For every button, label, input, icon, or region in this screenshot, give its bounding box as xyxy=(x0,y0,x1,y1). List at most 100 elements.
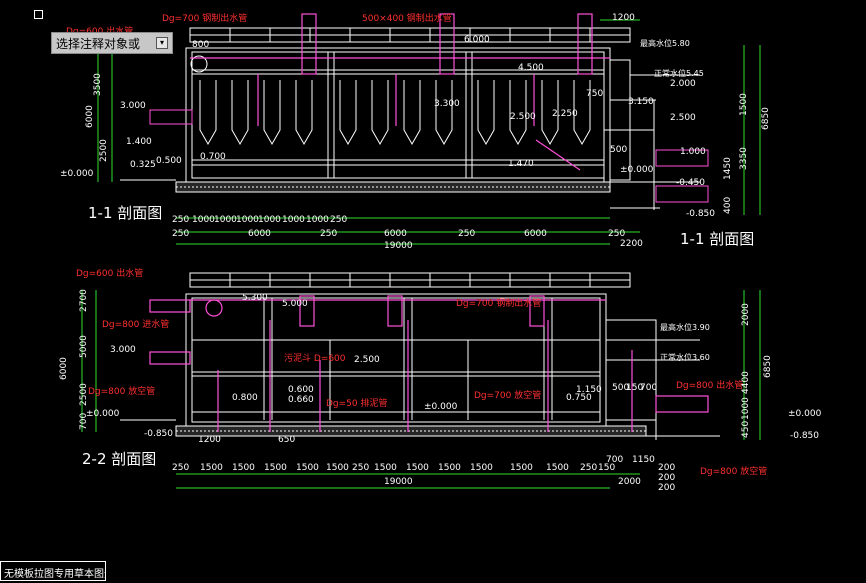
dim-1200: 1200 xyxy=(612,13,635,23)
dim22-12: 1500 xyxy=(546,463,569,473)
section-1-1-title-right: 1-1 剖面图 xyxy=(680,230,754,248)
dim-r1-0: 250 xyxy=(172,215,189,225)
dim-total-11: 19000 xyxy=(384,241,413,251)
dim-total-22: 19000 xyxy=(384,477,413,487)
dim-1000-22: 1000 xyxy=(741,397,751,420)
elev-neg0850-22: -0.850 xyxy=(144,429,173,439)
elev-0000-22-mid: ±0.000 xyxy=(424,402,458,412)
dim-750: 750 xyxy=(586,89,603,99)
elev-3150: 3.150 xyxy=(628,97,654,107)
label-dg800-drain: Dg=800 放空管 xyxy=(88,385,155,397)
elev-2250: 2.250 xyxy=(552,109,578,119)
dim22-r-1150: 1150 xyxy=(632,455,655,465)
elev-neg0850-22-right: -0.850 xyxy=(790,431,819,441)
section-2-2-title: 2-2 剖面图 xyxy=(82,450,156,468)
dim-400-right: 400 xyxy=(723,197,733,214)
dim-r1-6: 1000 xyxy=(306,215,329,225)
command-tooltip[interactable]: 选择注释对象或 ▾ xyxy=(51,32,173,54)
label-dg600-22: Dg=600 出水管 xyxy=(76,267,143,279)
elev-0000-22-left: ±0.000 xyxy=(86,409,120,419)
dim-150-22: 150 xyxy=(626,383,643,393)
label-dg700-drain: Dg=700 放空管 xyxy=(474,389,541,401)
water-level-max-22: 最高水位3.90 xyxy=(660,322,710,332)
dim22-4: 1500 xyxy=(296,463,319,473)
cad-drawing-canvas[interactable]: 1-1 剖面图 1-1 剖面图 2-2 剖面图 Dg=700 钢制出水管 500… xyxy=(0,0,866,583)
label-dg700: Dg=700 钢制出水管 xyxy=(162,12,247,24)
label-dg700-22: Dg=700 钢制出水管 xyxy=(456,297,541,309)
dim22-2: 1500 xyxy=(232,463,255,473)
dim-r1-2: 1000 xyxy=(214,215,237,225)
dim-700-22: 700 xyxy=(79,413,89,430)
dim-r2-4: 250 xyxy=(458,229,475,239)
dim-2000-22: 2000 xyxy=(741,303,751,326)
dim-1200-22: 1200 xyxy=(198,435,221,445)
label-sludge-hopper: 污泥斗 D=600 xyxy=(284,352,346,364)
dim22-6: 250 xyxy=(352,463,369,473)
elev-6000: 6.000 xyxy=(464,35,490,45)
dim-650-22: 650 xyxy=(278,435,295,445)
label-dg800-drain-right: Dg=800 放空管 xyxy=(700,465,767,477)
dim22-7: 1500 xyxy=(374,463,397,473)
dim-3350: 3350 xyxy=(739,147,749,170)
dim-2500-22: 2500 xyxy=(79,383,89,406)
elev-4500: 4.500 xyxy=(518,63,544,73)
dim-r2-2: 250 xyxy=(320,229,337,239)
elev-3000-22: 3.000 xyxy=(110,345,136,355)
dim-6850-22: 6850 xyxy=(763,355,773,378)
label-dg50: Dg=50 排泥管 xyxy=(326,397,388,409)
elev-0500: 0.500 xyxy=(156,156,182,166)
dim22-0: 250 xyxy=(172,463,189,473)
dim-r1-4: 1000 xyxy=(258,215,281,225)
section-1-1-title: 1-1 剖面图 xyxy=(88,204,162,222)
dim22-11: 1500 xyxy=(510,463,533,473)
dim-500-right: 500 xyxy=(610,145,627,155)
water-level-max: 最高水位5.80 xyxy=(640,38,690,48)
dim-2500-left: 2500 xyxy=(99,139,109,162)
elev-5000: 5.000 xyxy=(282,299,308,309)
elev-0000-left: ±0.000 xyxy=(60,169,94,179)
elev-0700: 0.700 xyxy=(200,152,226,162)
tooltip-text: 选择注释对象或 xyxy=(56,37,141,51)
label-dg800-inlet: Dg=800 进水管 xyxy=(102,318,169,330)
dim-r2-1: 6000 xyxy=(248,229,271,239)
dim-450-22: 450 xyxy=(741,421,751,438)
elev-neg0850: -0.850 xyxy=(686,209,715,219)
dim-r2-5: 6000 xyxy=(524,229,547,239)
elev-0660: 0.660 xyxy=(288,395,314,405)
elev-2000-right: 2.000 xyxy=(670,79,696,89)
elev-1150: 1.150 xyxy=(576,385,602,395)
dim22-9: 1500 xyxy=(438,463,461,473)
dim22-3: 1500 xyxy=(264,463,287,473)
elev-5300: 5.300 xyxy=(242,293,268,303)
elev-2500-right: 2.500 xyxy=(670,113,696,123)
dim-r1-1: 1000 xyxy=(192,215,215,225)
dim22-r-200a: 200 xyxy=(658,463,675,473)
dim-5000: 5000 xyxy=(79,335,89,358)
elev-2500: 2.500 xyxy=(510,112,536,122)
label-ducts: 500×400 钢制出水管 xyxy=(362,12,452,24)
elev-neg0450: -0.450 xyxy=(676,178,705,188)
dim-r2-3: 6000 xyxy=(384,229,407,239)
water-level-normal-22: 正常水位3.60 xyxy=(660,352,710,362)
dim-r2-0: 250 xyxy=(172,229,189,239)
dim22-r-700: 700 xyxy=(606,455,623,465)
elev-0000-22-right: ±0.000 xyxy=(788,409,822,419)
dim-r1-3: 1000 xyxy=(236,215,259,225)
elev-0325: 0.325 xyxy=(130,160,156,170)
tooltip-dropdown-icon[interactable]: ▾ xyxy=(156,37,168,49)
dim22-r-200b: 200 xyxy=(658,473,675,483)
dim-3500: 3500 xyxy=(93,73,103,96)
water-level-normal: 正常水位5.45 xyxy=(654,68,704,78)
dim22-1: 1500 xyxy=(200,463,223,473)
dim22-5: 1500 xyxy=(326,463,349,473)
elev-2500-22: 2.500 xyxy=(354,355,380,365)
elev-1000-right: 1.000 xyxy=(680,147,706,157)
dim-6000-left: 6000 xyxy=(85,105,95,128)
dim-r1-5: 1000 xyxy=(282,215,305,225)
elev-3000: 3.000 xyxy=(120,101,146,111)
dim-4400: 4400 xyxy=(741,371,751,394)
dim-6000-22: 6000 xyxy=(59,357,69,380)
dim-1450: 1450 xyxy=(723,157,733,180)
elev-3300: 3.300 xyxy=(434,99,460,109)
dim-800: 800 xyxy=(192,40,209,50)
